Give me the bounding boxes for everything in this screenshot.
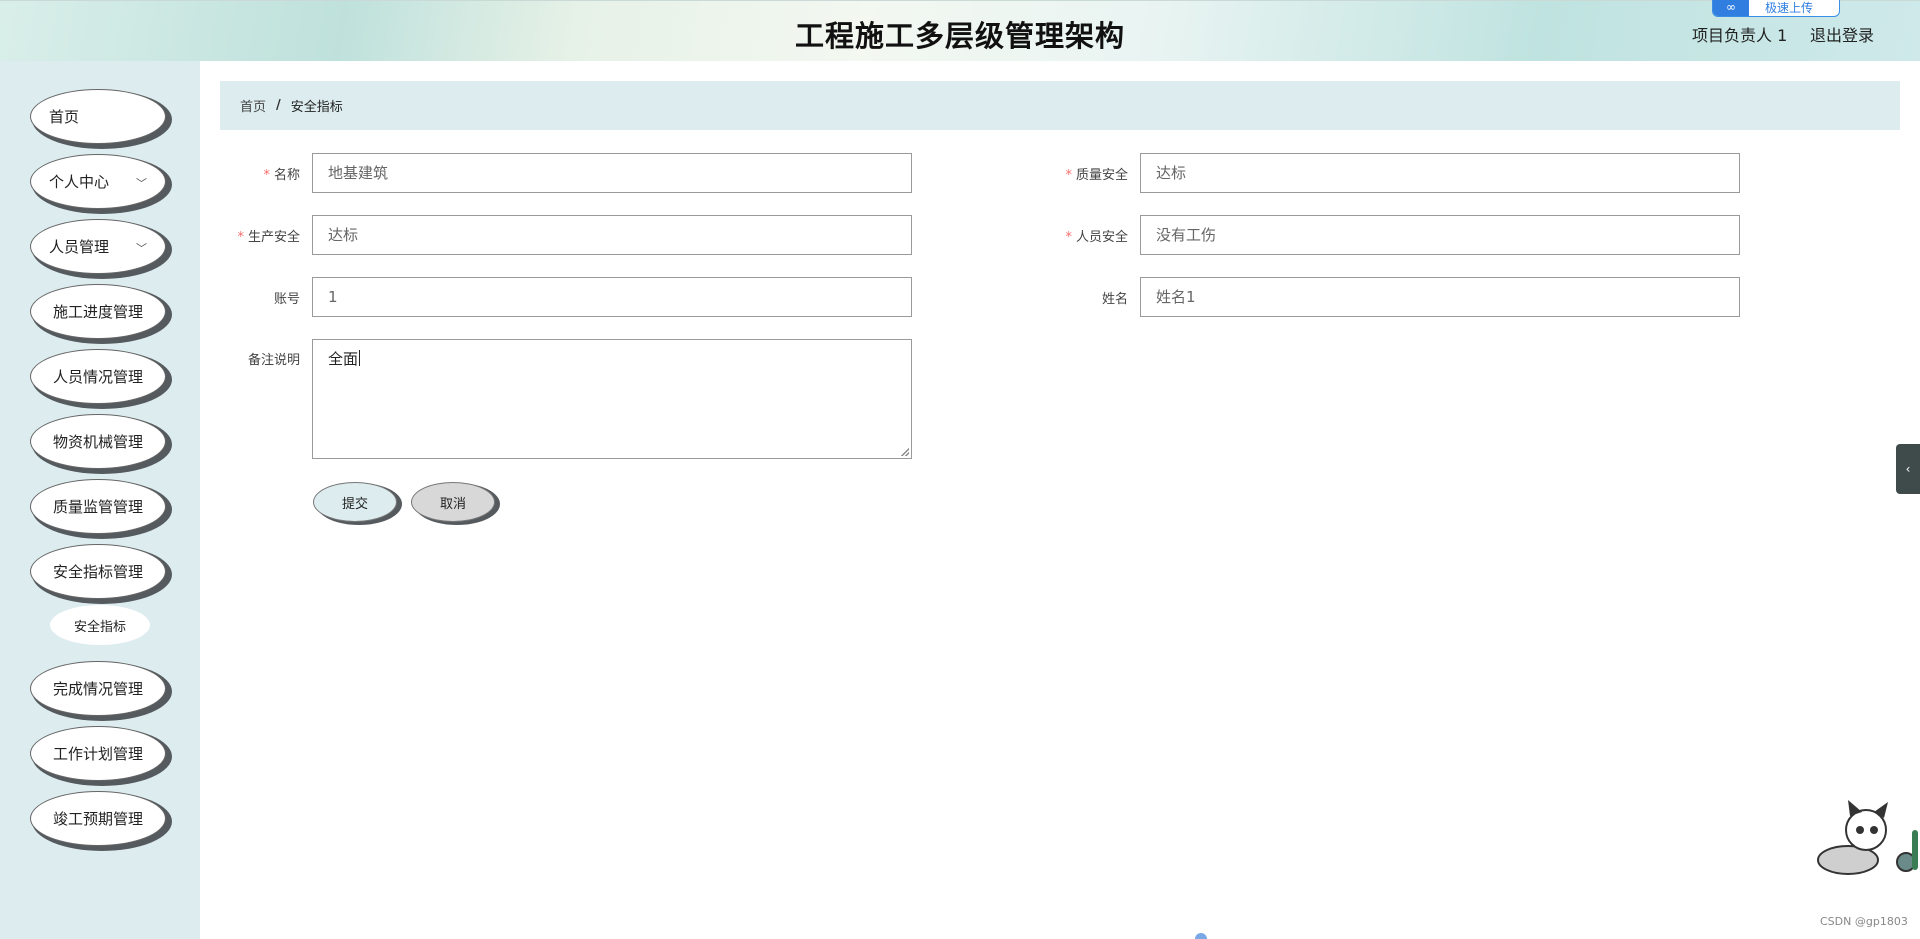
sidebar-item-label: 施工进度管理: [52, 303, 143, 321]
chevron-left-icon[interactable]: ‹: [1896, 444, 1920, 494]
breadcrumb-separator: /: [276, 98, 281, 113]
sidebar-subitem-safety-index[interactable]: 安全指标: [50, 605, 150, 645]
account-input[interactable]: 1: [312, 277, 912, 317]
required-mark: *: [1065, 230, 1072, 245]
breadcrumb-current: 安全指标: [290, 100, 343, 115]
sidebar-item-materials[interactable]: 物资机械管理: [30, 414, 166, 469]
required-mark: *: [237, 230, 244, 245]
chevron-down-icon: ﹀: [136, 242, 147, 255]
watermark: CSDN @gp1803: [1820, 915, 1908, 928]
sidebar-item-label: 安全指标管理: [52, 563, 143, 581]
sidebar-item-personal-center[interactable]: 个人中心 ﹀: [30, 154, 166, 209]
cancel-button[interactable]: 取消: [411, 482, 495, 522]
full-name-input[interactable]: 姓名1: [1140, 277, 1740, 317]
sidebar-item-staff-status[interactable]: 人员情况管理: [30, 349, 166, 404]
personnel-safety-label: * 人员安全: [1065, 230, 1128, 245]
sidebar-item-label: 人员管理: [49, 238, 110, 256]
production-safety-input[interactable]: 达标: [312, 215, 912, 255]
account-label: 账号: [273, 292, 300, 307]
sidebar-item-label: 首页: [49, 108, 80, 126]
sidebar-item-label: 工作计划管理: [52, 745, 143, 763]
remarks-value: 全面: [328, 350, 359, 368]
sidebar-item-quality[interactable]: 质量监管管理: [30, 479, 166, 534]
sidebar-item-completion[interactable]: 完成情况管理: [30, 661, 166, 716]
name-input[interactable]: 地基建筑: [312, 153, 912, 193]
personnel-safety-input[interactable]: 没有工伤: [1140, 215, 1740, 255]
full-name-label: 姓名: [1101, 292, 1128, 307]
breadcrumb: 首页 / 安全指标: [220, 81, 1900, 130]
sidebar-item-home[interactable]: 首页: [30, 89, 166, 144]
sidebar-item-work-plan[interactable]: 工作计划管理: [30, 726, 166, 781]
chevron-down-icon: ﹀: [136, 177, 147, 190]
required-mark: *: [263, 168, 270, 183]
submit-button[interactable]: 提交: [313, 482, 397, 522]
name-label: * 名称: [263, 168, 300, 183]
app-title: 工程施工多层级管理架构: [794, 19, 1125, 53]
production-safety-label: * 生产安全: [237, 230, 300, 245]
sidebar-subitem-label: 安全指标: [73, 619, 126, 635]
sidebar-item-label: 人员情况管理: [52, 368, 143, 386]
sidebar-item-label: 完成情况管理: [52, 680, 143, 698]
sidebar-item-personnel[interactable]: 人员管理 ﹀: [30, 219, 166, 274]
sidebar-item-progress[interactable]: 施工进度管理: [30, 284, 166, 339]
remarks-textarea[interactable]: 全面: [312, 339, 912, 459]
mascot-cat-icon: [1817, 800, 1918, 875]
sidebar-item-safety[interactable]: 安全指标管理: [30, 544, 166, 599]
sidebar-item-label: 质量监管管理: [52, 498, 143, 516]
resize-grip-icon[interactable]: [901, 448, 909, 456]
required-mark: *: [1065, 168, 1072, 183]
sidebar-item-label: 物资机械管理: [52, 433, 143, 451]
text-caret: [359, 350, 361, 366]
breadcrumb-home[interactable]: 首页: [240, 96, 266, 115]
remarks-label: 备注说明: [247, 353, 300, 368]
logout-link[interactable]: 退出登录: [1810, 22, 1874, 46]
quality-safety-input[interactable]: 达标: [1140, 153, 1740, 193]
sidebar-item-label: 竣工预期管理: [52, 810, 143, 828]
quality-safety-label: * 质量安全: [1065, 168, 1128, 183]
sidebar-item-label: 个人中心: [49, 173, 110, 191]
scroll-indicator: [1195, 933, 1207, 939]
sidebar-item-completion-forecast[interactable]: 竣工预期管理: [30, 791, 166, 846]
current-user: 项目负责人 1: [1692, 26, 1788, 45]
top-header: ∞ 极速上传 工程施工多层级管理架构 项目负责人 1 退出登录: [0, 0, 1920, 61]
